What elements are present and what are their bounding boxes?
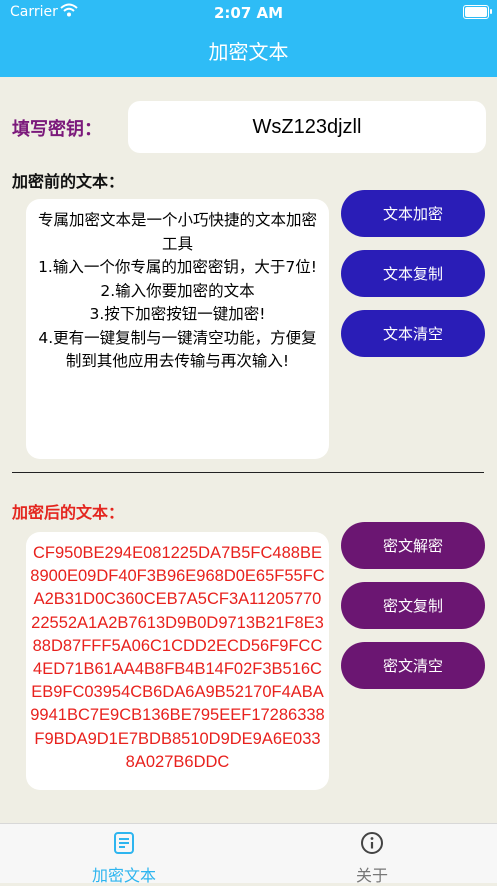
- tab-label: 加密文本: [91, 866, 156, 885]
- page-title: 加密文本: [208, 40, 289, 64]
- copy-cipher-button[interactable]: 密文复制: [341, 582, 485, 629]
- plain-text-label: 加密前的文本：: [12, 172, 125, 191]
- tab-label: 关于: [355, 866, 388, 885]
- info-icon: [360, 831, 384, 855]
- tab-encrypt[interactable]: 加密文本: [0, 824, 248, 885]
- battery-icon: [463, 5, 492, 19]
- nav-header: Carrier 2:07 AM 加密文本: [0, 0, 497, 77]
- document-icon: [112, 831, 136, 855]
- copy-text-button[interactable]: 文本复制: [341, 250, 485, 297]
- plain-text-line: 3.按下加密按钮一键加密!: [89, 305, 266, 323]
- clear-text-button[interactable]: 文本清空: [341, 310, 485, 357]
- tab-bar: 加密文本 关于: [0, 823, 497, 885]
- plain-text-area[interactable]: 专属加密文本是一个小巧快捷的文本加密工具 1.输入一个你专属的加密密钥，大于7位…: [26, 199, 329, 459]
- clear-cipher-button[interactable]: 密文清空: [341, 642, 485, 689]
- plain-text-line: 专属加密文本是一个小巧快捷的文本加密工具: [37, 211, 317, 253]
- cipher-text-label: 加密后的文本：: [12, 503, 125, 522]
- clock: 2:07 AM: [213, 4, 284, 22]
- divider: [12, 472, 484, 473]
- plain-text-line: 2.输入你要加密的文本: [100, 281, 255, 300]
- key-label: 填写密钥：: [12, 119, 102, 140]
- cipher-text-area[interactable]: CF950BE294E081225DA7B5FC488BE8900E09DF40…: [26, 532, 329, 790]
- decrypt-button[interactable]: 密文解密: [341, 522, 485, 569]
- status-bar: Carrier 2:07 AM: [0, 0, 497, 26]
- key-input[interactable]: [128, 101, 486, 153]
- plain-text-line: 4.更有一键复制与一键清空功能，方便复制到其他应用去传输与再次输入!: [38, 328, 317, 371]
- tab-about[interactable]: 关于: [248, 824, 496, 885]
- plain-text-line: 1.输入一个你专属的加密密钥，大于7位!: [38, 258, 317, 276]
- encrypt-button[interactable]: 文本加密: [341, 190, 485, 237]
